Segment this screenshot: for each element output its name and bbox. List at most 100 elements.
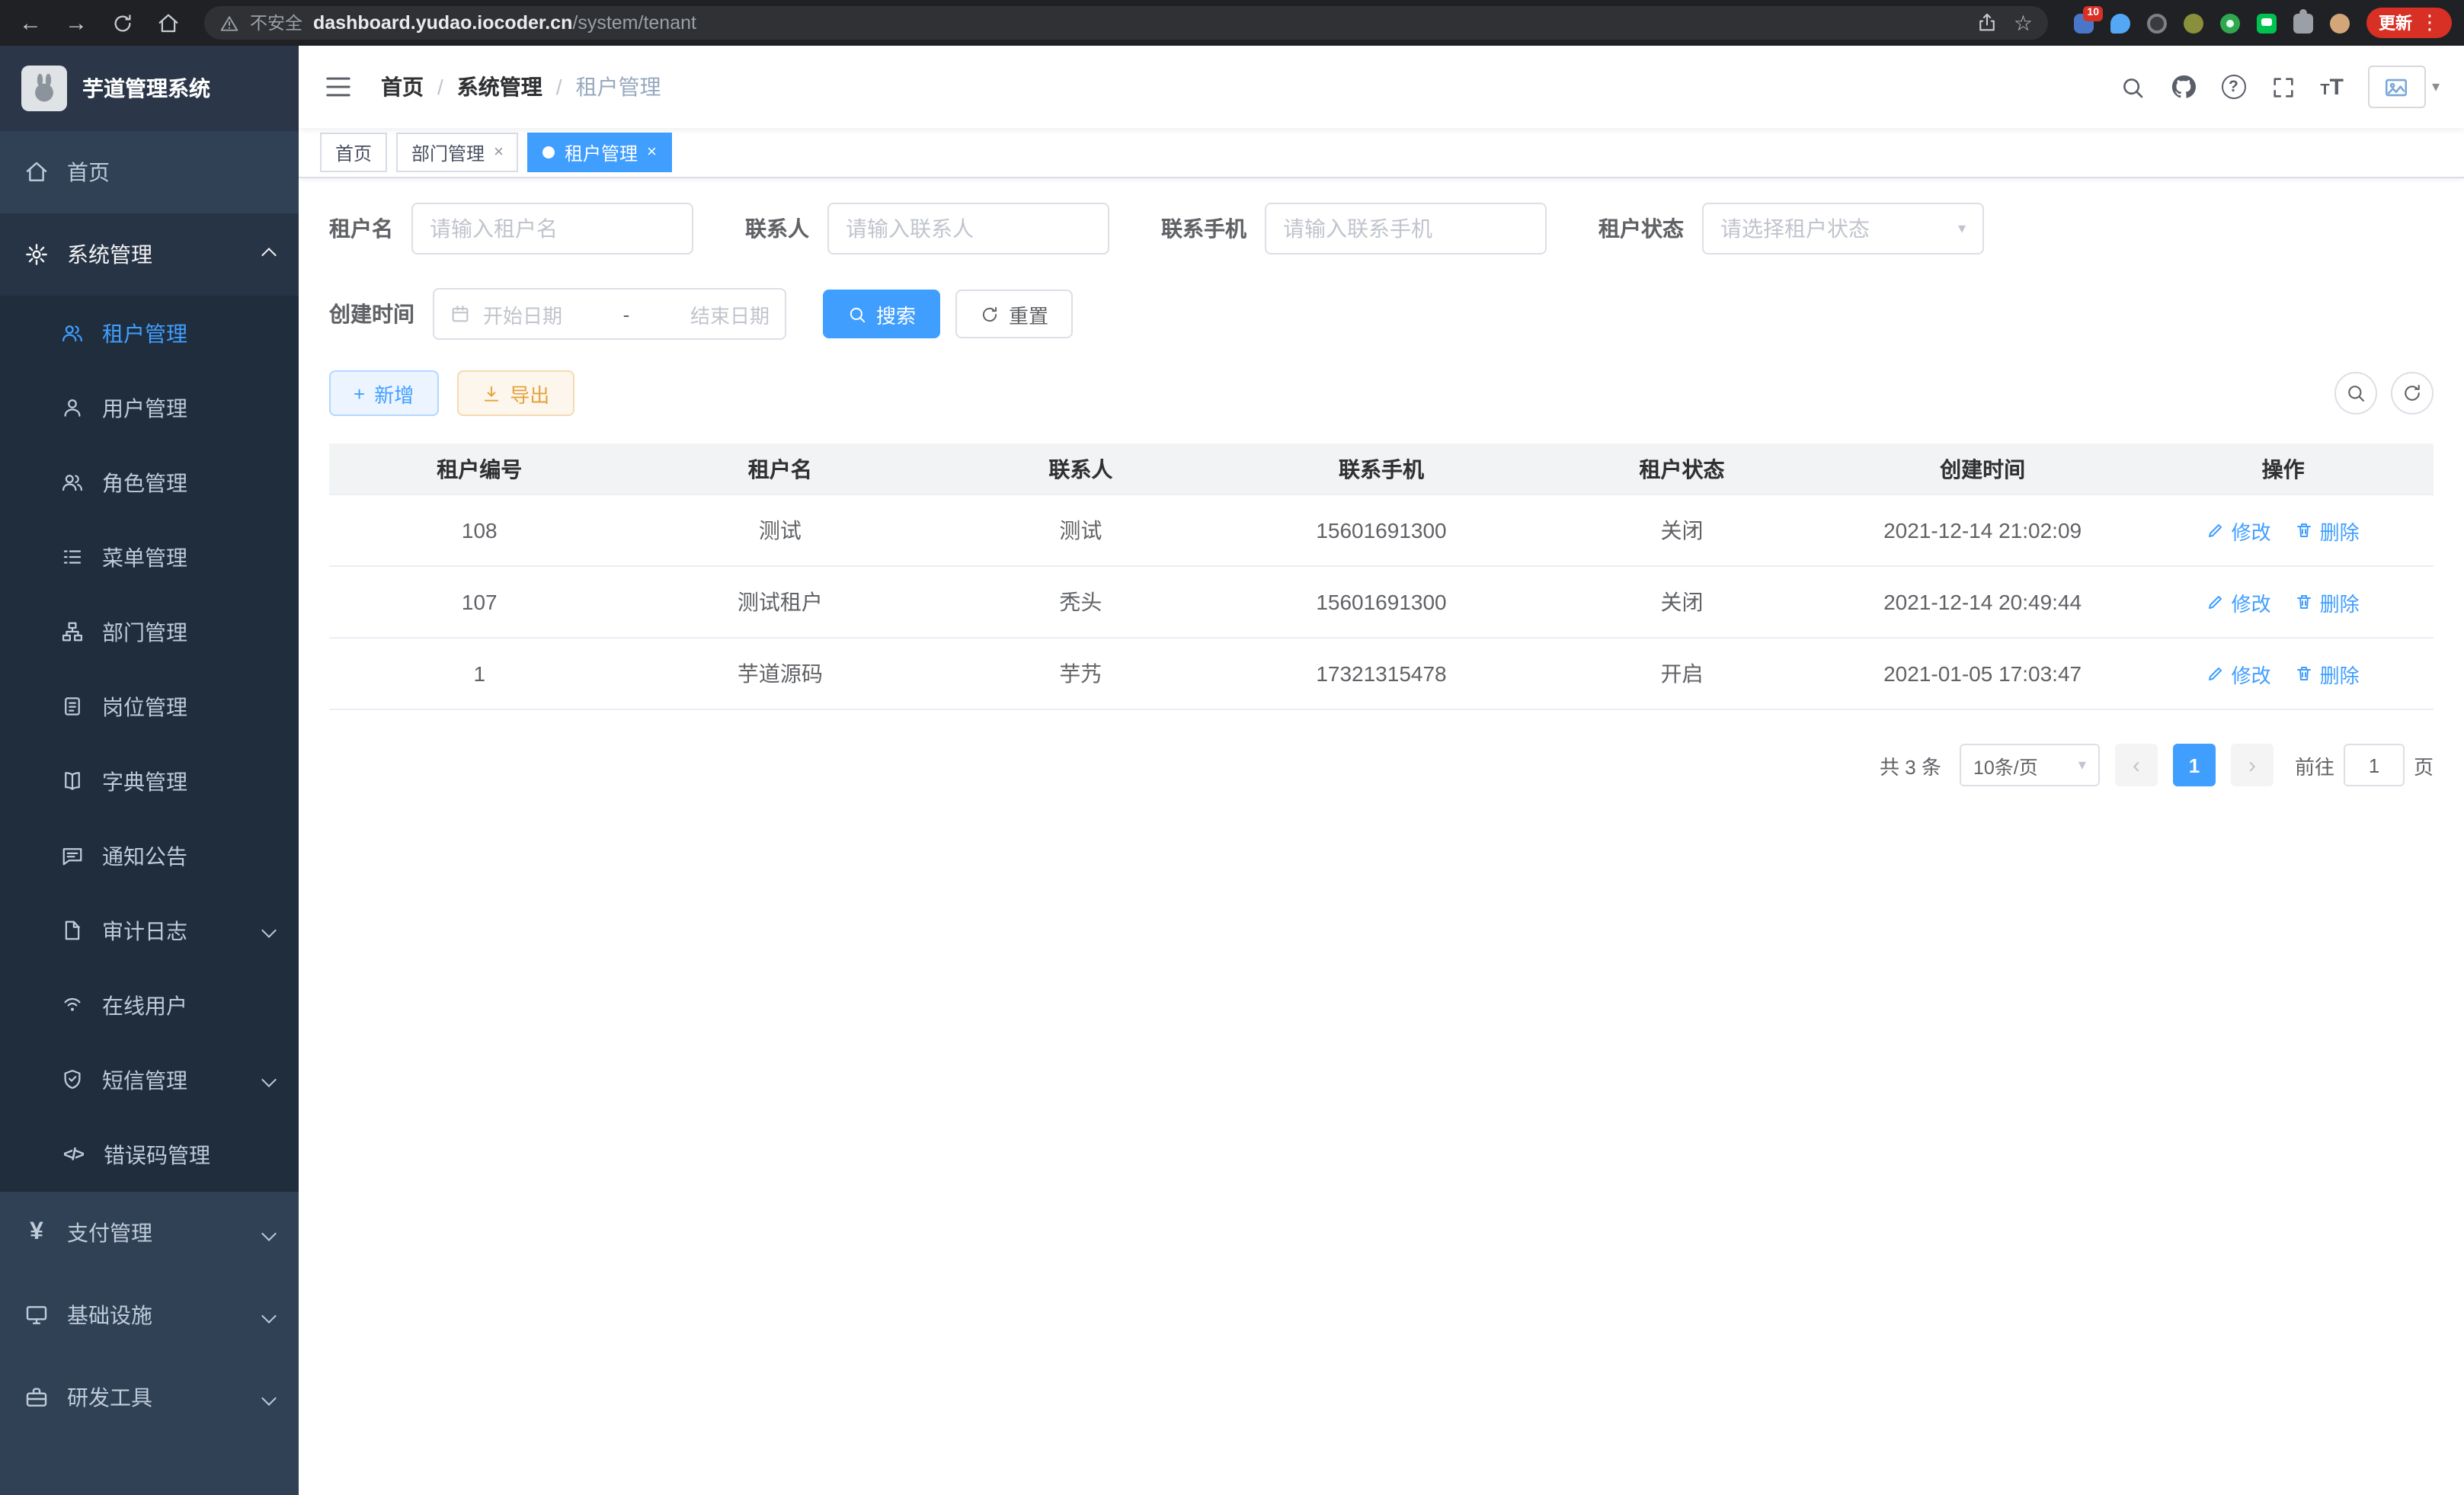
refresh-icon <box>2402 383 2423 404</box>
help-icon[interactable]: ? <box>2221 75 2245 99</box>
share-icon[interactable] <box>1977 12 1998 34</box>
font-size-icon[interactable]: TT <box>2320 75 2344 98</box>
sidebar-item-system[interactable]: 系统管理 <box>0 213 299 296</box>
next-page-button[interactable]: › <box>2231 744 2274 786</box>
edit-link[interactable]: 修改 <box>2207 516 2271 545</box>
sidebar: 芋道管理系统 首页 系统管理 租户管理 <box>0 46 299 1495</box>
app-title: 芋道管理系统 <box>82 73 210 104</box>
contact-label: 联系人 <box>745 213 809 244</box>
sidebar-toggle-icon[interactable] <box>323 72 354 102</box>
tab-tenant[interactable]: 租户管理 × <box>528 133 672 172</box>
phone-input[interactable] <box>1265 203 1547 255</box>
address-bar[interactable]: 不安全 dashboard.yudao.iocoder.cn/system/te… <box>204 6 2048 40</box>
page-size-select[interactable]: 10条/页 ▾ <box>1960 744 2100 786</box>
badge-icon <box>61 695 84 718</box>
breadcrumb-home[interactable]: 首页 <box>381 72 424 102</box>
document-icon <box>61 919 84 942</box>
security-label[interactable]: 不安全 <box>250 11 302 35</box>
signal-icon <box>61 994 84 1016</box>
sidebar-logo[interactable]: 芋道管理系统 <box>0 46 299 131</box>
plus-icon: + <box>354 382 365 405</box>
sidebar-item-menu[interactable]: 菜单管理 <box>0 520 299 594</box>
extension-icon-1[interactable]: 10 <box>2072 11 2095 34</box>
search-icon <box>2345 383 2366 404</box>
delete-link[interactable]: 删除 <box>2296 587 2360 616</box>
tenant-name-label: 租户名 <box>329 213 393 244</box>
bookmark-star-icon[interactable]: ☆ <box>2014 12 2033 34</box>
pencil-icon <box>2207 521 2226 539</box>
goto-page-input[interactable] <box>2344 744 2405 786</box>
org-tree-icon <box>61 620 84 643</box>
edit-link[interactable]: 修改 <box>2207 659 2271 688</box>
extension-icon-4[interactable] <box>2182 11 2205 34</box>
sidebar-item-role[interactable]: 角色管理 <box>0 445 299 520</box>
sidebar-item-payment[interactable]: ¥ 支付管理 <box>0 1192 299 1274</box>
breadcrumb-system[interactable]: 系统管理 <box>457 72 542 102</box>
table-row: 108 测试 测试 15601691300 关闭 2021-12-14 21:0… <box>329 495 2434 567</box>
browser-update-button[interactable]: 更新 ⋮ <box>2366 8 2452 38</box>
sidebar-item-notice[interactable]: 通知公告 <box>0 818 299 893</box>
browser-forward-icon[interactable]: → <box>58 5 94 41</box>
pencil-icon <box>2207 664 2226 683</box>
toggle-search-button[interactable] <box>2334 372 2377 415</box>
extensions-puzzle-icon[interactable] <box>2292 11 2315 34</box>
sidebar-item-post[interactable]: 岗位管理 <box>0 669 299 744</box>
status-select[interactable]: 请选择租户状态 ▾ <box>1702 203 1984 255</box>
delete-link[interactable]: 删除 <box>2296 516 2360 545</box>
browser-back-icon[interactable]: ← <box>12 5 49 41</box>
sidebar-item-error-code[interactable]: </> 错误码管理 <box>0 1117 299 1192</box>
chevron-down-icon <box>261 1308 277 1323</box>
sidebar-item-dept[interactable]: 部门管理 <box>0 594 299 669</box>
sidebar-item-infra[interactable]: 基础设施 <box>0 1274 299 1356</box>
extension-icon-2[interactable] <box>2109 11 2132 34</box>
sidebar-item-devtools[interactable]: 研发工具 <box>0 1356 299 1439</box>
add-button[interactable]: + 新增 <box>329 370 438 416</box>
contact-input[interactable] <box>827 203 1109 255</box>
trash-icon <box>2296 593 2314 611</box>
sidebar-item-sms[interactable]: 短信管理 <box>0 1042 299 1117</box>
close-icon[interactable]: × <box>647 143 657 162</box>
sidebar-item-online-user[interactable]: 在线用户 <box>0 968 299 1042</box>
roles-icon <box>61 471 84 494</box>
gear-icon <box>24 242 49 267</box>
tab-home[interactable]: 首页 <box>320 133 387 172</box>
header-search-icon[interactable] <box>2119 74 2145 100</box>
prev-page-button[interactable]: ‹ <box>2115 744 2158 786</box>
search-button[interactable]: 搜索 <box>823 290 940 338</box>
status-label: 租户状态 <box>1598 213 1684 244</box>
sidebar-item-tenant[interactable]: 租户管理 <box>0 296 299 370</box>
url-text[interactable]: dashboard.yudao.iocoder.cn/system/tenant <box>313 12 696 34</box>
edit-link[interactable]: 修改 <box>2207 587 2271 616</box>
reset-button[interactable]: 重置 <box>955 290 1073 338</box>
export-button[interactable]: 导出 <box>456 370 574 416</box>
caret-down-icon: ▾ <box>1958 220 1966 237</box>
warning-icon <box>219 13 239 33</box>
sidebar-item-home[interactable]: 首页 <box>0 131 299 213</box>
profile-avatar-icon[interactable] <box>2328 11 2351 34</box>
refresh-table-button[interactable] <box>2391 372 2434 415</box>
tenant-name-input[interactable] <box>411 203 693 255</box>
extension-icon-6[interactable] <box>2255 11 2278 34</box>
delete-link[interactable]: 删除 <box>2296 659 2360 688</box>
browser-menu-icon[interactable]: ⋮ <box>2420 11 2440 35</box>
github-icon[interactable] <box>2169 73 2197 101</box>
shield-icon <box>61 1068 84 1091</box>
extension-icon-5[interactable] <box>2219 11 2242 34</box>
pagination-total: 共 3 条 <box>1880 751 1941 780</box>
browser-home-icon[interactable] <box>149 5 186 41</box>
browser-reload-icon[interactable] <box>104 5 140 41</box>
close-icon[interactable]: × <box>494 143 504 162</box>
extension-icon-3[interactable] <box>2146 11 2168 34</box>
sidebar-item-dict[interactable]: 字典管理 <box>0 744 299 818</box>
caret-down-icon: ▾ <box>2078 757 2086 773</box>
fullscreen-icon[interactable] <box>2270 74 2296 100</box>
chevron-down-icon <box>261 1072 277 1087</box>
extension-badge: 10 <box>2083 5 2103 21</box>
sidebar-item-audit-log[interactable]: 审计日志 <box>0 893 299 968</box>
create-time-range-picker[interactable]: 开始日期 - 结束日期 <box>433 288 786 340</box>
sidebar-item-user[interactable]: 用户管理 <box>0 370 299 445</box>
user-avatar[interactable]: ▾ <box>2368 66 2440 108</box>
page-number-1[interactable]: 1 <box>2173 744 2216 786</box>
tab-dept[interactable]: 部门管理 × <box>396 133 519 172</box>
tenant-table: 租户编号 租户名 联系人 联系手机 租户状态 创建时间 操作 108 测试 测试… <box>329 443 2434 710</box>
